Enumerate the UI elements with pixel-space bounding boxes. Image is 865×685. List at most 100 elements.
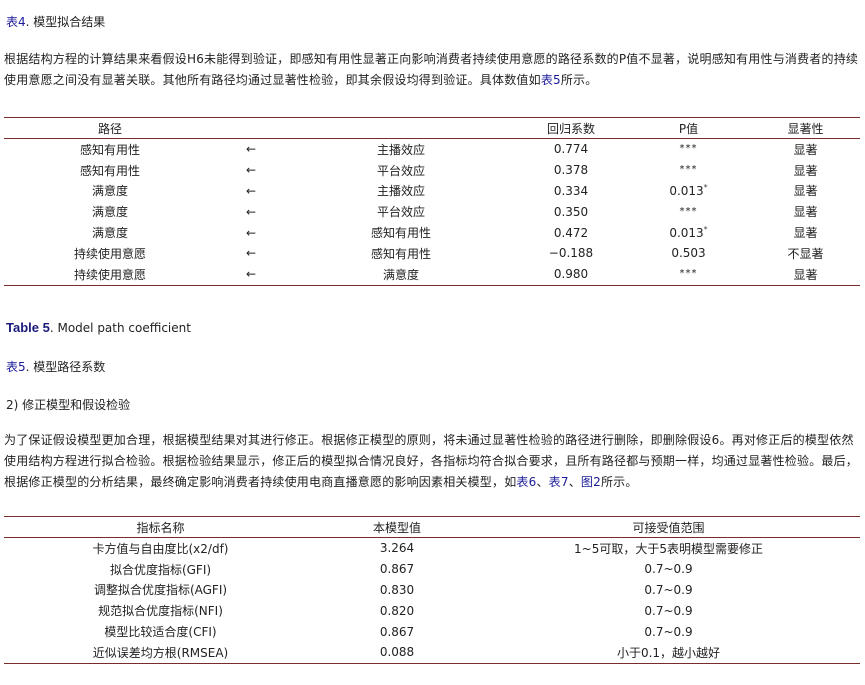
header-acceptable-range: 可接受值范围: [477, 516, 860, 538]
arrow-cell: ←: [245, 183, 257, 198]
path-to-cell: 主播效应: [376, 184, 425, 199]
path-to-cell: 满意度: [382, 267, 419, 282]
table5-link[interactable]: 表5: [541, 73, 561, 87]
separator: 、: [568, 475, 581, 489]
significance-cell: 显著: [793, 205, 818, 220]
coefficient-cell: 0.774: [553, 142, 589, 157]
path-from-cell: 持续使用意愿: [73, 267, 146, 282]
path-from-cell: 持续使用意愿: [73, 246, 146, 261]
path-from-cell: 感知有用性: [79, 163, 140, 178]
p-value-text: 0.503: [671, 246, 706, 261]
paragraph-hypothesis-result: 根据结构方程的计算结果来看假设H6未能得到验证，即感知有用性显著正向影响消费者持…: [4, 49, 860, 91]
p-value-text: ***: [679, 143, 698, 155]
table5-cn-text: . 模型路径系数: [25, 360, 106, 374]
index-name-cell: 调整拟合优度指标(AGFI): [93, 583, 228, 598]
acceptable-range-cell: 0.7~0.9: [644, 562, 693, 577]
path-from-cell: 感知有用性: [79, 142, 140, 157]
table5-en-text: . Model path coefficient: [49, 321, 191, 335]
table-row: 持续使用意愿 ← 感知有用性 −0.188 0.503 不显著: [4, 243, 860, 264]
table-row: 感知有用性 ← 平台效应 0.378 *** 显著: [4, 160, 860, 181]
header-index-name: 指标名称: [4, 516, 317, 538]
table4-caption-text: . 模型拟合结果: [25, 15, 106, 29]
header-spacer: [216, 117, 286, 139]
arrow-cell: ←: [245, 225, 257, 240]
table-row: 满意度 ← 感知有用性 0.472 0.013* 显著: [4, 222, 860, 243]
model-value-cell: 0.867: [379, 624, 415, 639]
path-to-cell: 感知有用性: [370, 226, 431, 241]
significance-cell: 不显著: [787, 246, 824, 261]
table5-cn-caption: 表5. 模型路径系数: [6, 358, 105, 375]
p-value-text: 0.013: [669, 226, 704, 241]
acceptable-range-cell: 1~5可取，大于5表明模型需要修正: [574, 541, 763, 556]
table4-link[interactable]: 表4: [6, 15, 26, 29]
header-p-value: P值: [626, 117, 751, 139]
paragraph-text: 为了保证假设模型更加合理，根据模型结果对其进行修正。根据修正模型的原则，将未通过…: [4, 433, 859, 489]
separator: 、: [536, 475, 549, 489]
p-value-cell: ***: [626, 201, 751, 222]
significance-cell: 显著: [793, 184, 818, 199]
significance-cell: 显著: [793, 267, 818, 282]
arrow-cell: ←: [245, 267, 257, 282]
paragraph-text: 根据结构方程的计算结果来看假设H6未能得到验证，即感知有用性显著正向影响消费者持…: [4, 52, 859, 87]
p-value-cell: ***: [626, 160, 751, 181]
table-row: 卡方值与自由度比(x2/df) 3.264 1~5可取，大于5表明模型需要修正: [4, 538, 860, 559]
table-row: 满意度 ← 主播效应 0.334 0.013* 显著: [4, 181, 860, 202]
p-value-cell: 0.013*: [626, 181, 751, 202]
model-value-cell: 3.264: [379, 541, 415, 556]
table-row: 规范拟合优度指标(NFI) 0.820 0.7~0.9: [4, 600, 860, 621]
p-value-cell: ***: [626, 264, 751, 285]
model-value-cell: 0.830: [379, 582, 415, 597]
acceptable-range-cell: 0.7~0.9: [644, 603, 693, 618]
path-from-cell: 满意度: [91, 226, 128, 241]
arrow-cell: ←: [245, 163, 257, 178]
table5-en-caption: Table 5. Model path coefficient: [6, 320, 191, 335]
coefficient-cell: −0.188: [548, 246, 594, 261]
table5-cn-link[interactable]: 表5: [6, 360, 26, 374]
paragraph-text-end: 所示。: [600, 475, 638, 489]
table-row: 感知有用性 ← 主播效应 0.774 *** 显著: [4, 139, 860, 160]
model-value-cell: 0.820: [379, 603, 415, 618]
acceptable-range-cell: 0.7~0.9: [644, 582, 693, 597]
arrow-cell: ←: [245, 204, 257, 219]
p-value-cell: 0.013*: [626, 222, 751, 243]
table-row: 模型比较适合度(CFI) 0.867 0.7~0.9: [4, 621, 860, 642]
coefficient-cell: 0.980: [553, 267, 589, 282]
path-from-cell: 满意度: [91, 184, 128, 199]
header-spacer: [286, 117, 516, 139]
p-value-text: ***: [679, 268, 698, 280]
path-to-cell: 平台效应: [376, 205, 425, 220]
table4-caption: 表4. 模型拟合结果: [6, 13, 105, 30]
significance-cell: 显著: [793, 142, 818, 157]
significance-cell: 显著: [793, 163, 818, 178]
index-name-cell: 拟合优度指标(GFI): [109, 562, 212, 577]
coefficient-cell: 0.472: [553, 225, 589, 240]
p-value-cell: ***: [626, 139, 751, 160]
significance-marker: *: [703, 183, 708, 193]
coefficient-cell: 0.378: [553, 163, 589, 178]
header-coefficient: 回归系数: [516, 117, 626, 139]
significance-marker: *: [703, 225, 708, 235]
model-value-cell: 0.088: [379, 645, 415, 660]
paragraph-text-end: 所示。: [560, 73, 598, 87]
table-row: 持续使用意愿 ← 满意度 0.980 *** 显著: [4, 264, 860, 285]
figure2-link[interactable]: 图2: [581, 475, 601, 489]
table6-link[interactable]: 表6: [516, 475, 536, 489]
table7-link[interactable]: 表7: [549, 475, 569, 489]
table-header-row: 指标名称 本模型值 可接受值范围: [4, 516, 860, 538]
path-from-cell: 满意度: [91, 205, 128, 220]
p-value-text: ***: [679, 205, 698, 217]
path-to-cell: 平台效应: [376, 163, 425, 178]
p-value-text: 0.013: [669, 184, 704, 199]
section-heading: 2) 修正模型和假设检验: [6, 398, 131, 412]
path-to-cell: 主播效应: [376, 142, 425, 157]
significance-cell: 显著: [793, 226, 818, 241]
acceptable-range-cell: 小于0.1，越小越好: [616, 645, 721, 660]
path-to-cell: 感知有用性: [370, 246, 431, 261]
fit-index-table: 指标名称 本模型值 可接受值范围 卡方值与自由度比(x2/df) 3.264 1~5…: [4, 516, 860, 664]
p-value-text: ***: [679, 164, 698, 176]
acceptable-range-cell: 0.7~0.9: [644, 624, 693, 639]
table-row: 满意度 ← 平台效应 0.350 *** 显著: [4, 201, 860, 222]
paragraph-model-revision: 为了保证假设模型更加合理，根据模型结果对其进行修正。根据修正模型的原则，将未通过…: [4, 430, 860, 493]
header-significance: 显著性: [751, 117, 860, 139]
table5-en-label: Table 5: [6, 320, 50, 335]
